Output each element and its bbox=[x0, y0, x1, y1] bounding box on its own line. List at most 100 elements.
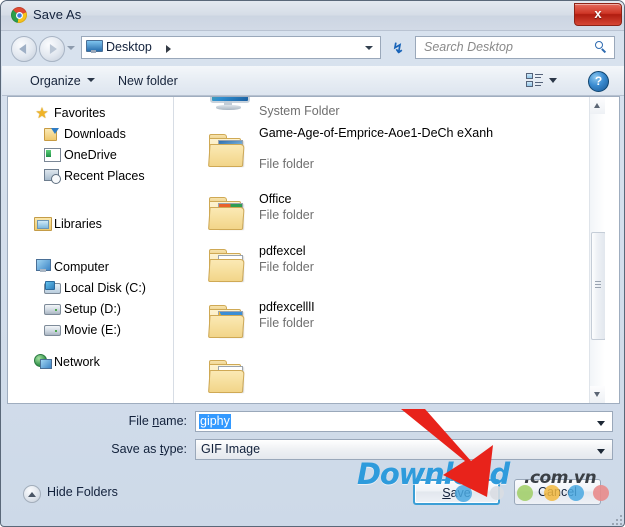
sidebar-item-recent-places[interactable]: Recent Places bbox=[8, 166, 173, 187]
view-options-icon[interactable] bbox=[526, 73, 543, 88]
computer-icon bbox=[34, 259, 51, 273]
scrollbar-thumb[interactable] bbox=[591, 232, 605, 340]
sidebar-label: Local Disk (C:) bbox=[64, 281, 146, 295]
computer-system-icon bbox=[208, 97, 252, 111]
breadcrumb-desktop[interactable]: Desktop bbox=[106, 40, 152, 54]
forward-arrow-icon bbox=[49, 44, 57, 54]
sidebar-item-favorites[interactable]: ★ Favorites bbox=[8, 103, 173, 124]
command-toolbar: Organize New folder ? bbox=[2, 66, 624, 96]
table-row[interactable]: Office File folder bbox=[174, 192, 605, 240]
label-part: ame: bbox=[159, 414, 187, 428]
scroll-up-button[interactable] bbox=[590, 97, 605, 114]
file-type: File folder bbox=[259, 260, 314, 274]
libraries-icon bbox=[34, 217, 52, 231]
table-row[interactable]: pdfexcel File folder bbox=[174, 244, 605, 292]
vertical-scrollbar[interactable] bbox=[589, 97, 605, 403]
dialog-footer: Hide Folders Save Cancel bbox=[1, 467, 624, 526]
refresh-button[interactable]: ↯ bbox=[386, 36, 410, 61]
sidebar-label: Movie (E:) bbox=[64, 323, 121, 337]
list-item[interactable]: System Folder bbox=[174, 97, 605, 123]
collapse-up-icon bbox=[23, 485, 41, 503]
window-title: Save As bbox=[33, 7, 82, 22]
save-as-type-select[interactable]: GIF Image bbox=[195, 439, 613, 460]
file-list: System Folder Game-Age-of-Emprice-Aoe1-D… bbox=[174, 97, 605, 403]
label-part: File bbox=[128, 414, 153, 428]
downloads-icon bbox=[44, 126, 59, 141]
address-bar[interactable]: Desktop bbox=[81, 36, 381, 59]
sidebar-item-onedrive[interactable]: OneDrive bbox=[8, 145, 173, 166]
search-input[interactable]: Search Desktop bbox=[424, 40, 513, 54]
sidebar-group-network: Network bbox=[8, 352, 173, 373]
sidebar-label: Recent Places bbox=[64, 169, 145, 183]
label-accel: S bbox=[442, 486, 451, 500]
new-folder-button[interactable]: New folder bbox=[112, 71, 184, 91]
star-icon: ★ bbox=[35, 105, 49, 122]
table-row[interactable] bbox=[174, 355, 605, 403]
sidebar-group-libraries: Libraries bbox=[8, 214, 173, 235]
folder-icon bbox=[208, 131, 250, 169]
resize-grip-icon[interactable] bbox=[610, 513, 622, 525]
sidebar-group-favorites: ★ Favorites Downloads OneDrive Recent Pl… bbox=[8, 103, 173, 187]
magnifier-icon bbox=[595, 41, 608, 54]
label-part: ype: bbox=[163, 442, 187, 456]
chevron-down-icon[interactable] bbox=[597, 421, 605, 426]
cancel-button[interactable]: Cancel bbox=[514, 479, 601, 505]
chevron-down-icon[interactable] bbox=[87, 78, 95, 82]
file-name: pdfexcel bbox=[259, 244, 306, 258]
content-pane: ★ Favorites Downloads OneDrive Recent Pl… bbox=[7, 96, 620, 404]
sidebar-label: Setup (D:) bbox=[64, 302, 121, 316]
back-button[interactable] bbox=[11, 36, 37, 62]
history-dropdown-icon[interactable] bbox=[67, 46, 75, 50]
folder-icon bbox=[208, 194, 250, 232]
save-button[interactable]: Save bbox=[413, 479, 500, 505]
organize-button[interactable]: Organize bbox=[24, 71, 87, 91]
file-name: Game-Age-of-Emprice-Aoe1-DeCh eXanh bbox=[259, 126, 494, 140]
navigation-sidebar: ★ Favorites Downloads OneDrive Recent Pl… bbox=[8, 97, 173, 403]
file-name-input[interactable]: giphy bbox=[195, 411, 613, 432]
file-type: File folder bbox=[259, 208, 314, 222]
sidebar-label: OneDrive bbox=[64, 148, 117, 162]
folder-icon bbox=[208, 302, 250, 340]
sidebar-item-computer[interactable]: Computer bbox=[8, 257, 173, 278]
close-button[interactable]: x bbox=[574, 3, 622, 26]
label-part: Save as bbox=[111, 442, 160, 456]
sidebar-label: Favorites bbox=[54, 106, 106, 120]
address-dropdown-icon[interactable] bbox=[365, 46, 373, 50]
sidebar-item-setup-d[interactable]: Setup (D:) bbox=[8, 299, 173, 320]
drive-icon bbox=[44, 323, 61, 337]
file-name: pdfexcelllI bbox=[259, 300, 315, 314]
sidebar-item-movie-e[interactable]: Movie (E:) bbox=[8, 320, 173, 341]
breadcrumb-separator-icon[interactable] bbox=[166, 45, 171, 53]
save-as-type-label: Save as type: bbox=[67, 442, 187, 456]
save-as-type-value: GIF Image bbox=[201, 442, 261, 456]
help-icon[interactable]: ? bbox=[588, 71, 609, 92]
file-name-label: File name: bbox=[67, 414, 187, 428]
sidebar-label: Libraries bbox=[54, 217, 102, 231]
scroll-down-button[interactable] bbox=[590, 386, 605, 403]
file-name-value[interactable]: giphy bbox=[199, 414, 231, 429]
chevron-down-icon[interactable] bbox=[597, 449, 605, 454]
scroll-thumb-grip-icon bbox=[595, 281, 601, 288]
sidebar-item-downloads[interactable]: Downloads bbox=[8, 124, 173, 145]
scroll-down-arrow-icon bbox=[594, 392, 600, 397]
back-arrow-icon bbox=[19, 44, 27, 54]
search-box[interactable]: Search Desktop bbox=[415, 36, 615, 59]
table-row[interactable]: Game-Age-of-Emprice-Aoe1-DeCh eXanh File… bbox=[174, 126, 605, 188]
file-type: System Folder bbox=[259, 104, 340, 118]
sidebar-item-network[interactable]: Network bbox=[8, 352, 173, 373]
scroll-up-arrow-icon bbox=[594, 103, 600, 108]
sidebar-item-libraries[interactable]: Libraries bbox=[8, 214, 173, 235]
save-form: File name: giphy Save as type: GIF Image bbox=[1, 409, 624, 467]
local-disk-icon bbox=[44, 281, 61, 295]
table-row[interactable]: pdfexcelllI File folder bbox=[174, 300, 605, 348]
recent-places-icon bbox=[44, 169, 61, 184]
view-dropdown-icon[interactable] bbox=[549, 78, 557, 83]
sidebar-label: Downloads bbox=[64, 127, 126, 141]
title-bar: Save As x bbox=[1, 1, 624, 31]
file-name: Office bbox=[259, 192, 292, 206]
sidebar-item-local-disk-c[interactable]: Local Disk (C:) bbox=[8, 278, 173, 299]
navigation-bar: Desktop ↯ Search Desktop bbox=[1, 30, 624, 66]
forward-button[interactable] bbox=[39, 36, 65, 62]
folder-icon bbox=[208, 357, 250, 395]
label-part: ave bbox=[450, 486, 471, 500]
